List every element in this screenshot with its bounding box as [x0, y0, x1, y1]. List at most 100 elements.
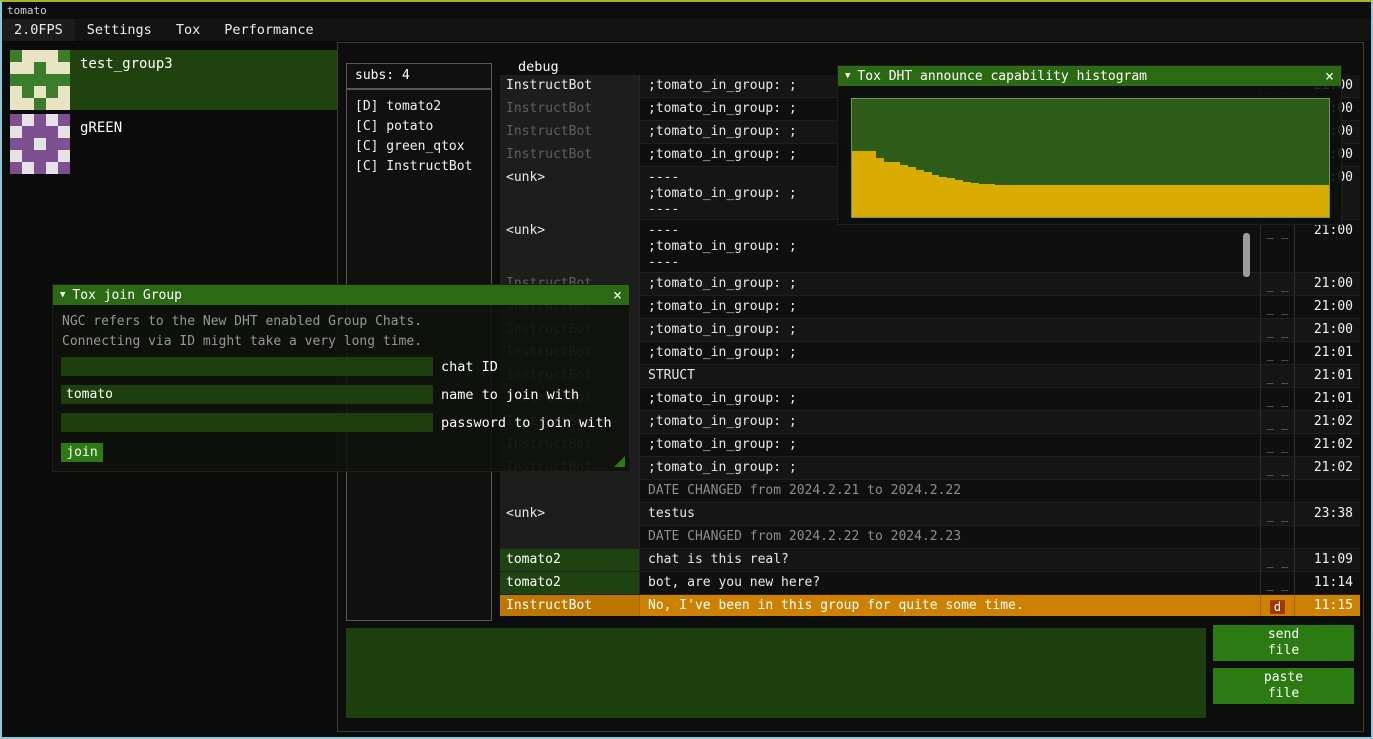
join-field-row: name to join with: [61, 385, 621, 404]
send-file-button[interactable]: send file: [1213, 625, 1354, 661]
histogram-bar: [924, 172, 932, 217]
join-button[interactable]: join: [61, 443, 103, 462]
message-text: bot, are you new here?: [640, 572, 1260, 594]
message-author: InstructBot: [500, 144, 640, 166]
message-text: ;tomato_in_group: ;: [640, 342, 1260, 364]
member-item[interactable]: [C] InstructBot: [355, 157, 483, 177]
message-text: ;tomato_in_group: ;: [640, 388, 1260, 410]
histogram-bar: [955, 180, 963, 217]
histogram-bar: [979, 184, 987, 217]
histogram-bar: [916, 170, 924, 217]
histogram-bar: [1099, 185, 1107, 217]
histogram-bar: [1305, 185, 1313, 217]
message-text: ---- ;tomato_in_group: ; ----: [640, 220, 1260, 272]
message-time: 11:09: [1294, 549, 1360, 571]
join-dialog-fields: chat IDname to join withpassword to join…: [53, 354, 629, 432]
message-author: tomato2: [500, 549, 640, 571]
message-time: [1294, 480, 1360, 502]
group-item-gREEN[interactable]: gREEN: [10, 114, 337, 174]
join-dialog-titlebar[interactable]: ▼ Tox join Group ×: [53, 285, 629, 305]
message-flags: _ _: [1260, 549, 1294, 571]
histogram-bar: [892, 162, 900, 217]
message-time: 21:00: [1294, 296, 1360, 318]
histogram-bar: [1234, 185, 1242, 217]
send-file-label: send file: [1268, 627, 1299, 658]
histogram-bar: [1003, 185, 1011, 217]
histogram-bar: [1321, 185, 1329, 217]
message-flags: d: [1260, 595, 1294, 616]
message-time: [1294, 526, 1360, 548]
message-flags: _ _: [1260, 296, 1294, 318]
histogram-window-titlebar[interactable]: ▼ Tox DHT announce capability histogram …: [838, 66, 1341, 86]
histogram-bar: [1274, 185, 1282, 217]
histogram-bar: [1258, 185, 1266, 217]
app-window: tomato 2.0FPSSettingsToxPerformance test…: [0, 0, 1373, 739]
histogram-bar: [876, 158, 884, 217]
window-titlebar[interactable]: tomato: [2, 2, 1371, 19]
message-time: 21:01: [1294, 388, 1360, 410]
histogram-bar: [1170, 185, 1178, 217]
collapse-arrow-icon[interactable]: ▼: [60, 290, 65, 300]
histogram-bar: [1138, 185, 1146, 217]
close-icon[interactable]: ×: [613, 288, 622, 302]
message-flags: _ _: [1260, 342, 1294, 364]
join-password-input[interactable]: [61, 413, 433, 432]
histogram-bar: [1202, 185, 1210, 217]
histogram-bar: [971, 183, 979, 217]
message-author: <unk>: [500, 503, 640, 525]
message-flags: _ _: [1260, 365, 1294, 387]
join-dialog-title: Tox join Group: [72, 288, 182, 303]
chat-tab-debug[interactable]: debug: [518, 59, 559, 75]
scrollbar-thumb[interactable]: [1243, 233, 1250, 277]
member-item[interactable]: [D] tomato2: [355, 97, 483, 117]
join-password-label: password to join with: [441, 415, 612, 431]
histogram-bar: [1130, 185, 1138, 217]
histogram-bar: [884, 162, 892, 217]
histogram-bar: [1091, 185, 1099, 217]
menu-item-tox[interactable]: Tox: [164, 19, 212, 41]
histogram-bar: [1226, 185, 1234, 217]
histogram-bar: [1114, 185, 1122, 217]
histogram-bar: [1122, 185, 1130, 217]
histogram-bar: [1266, 185, 1274, 217]
histogram-bar: [947, 178, 955, 217]
menu-item-performance[interactable]: Performance: [212, 19, 325, 41]
menu-item-settings[interactable]: Settings: [75, 19, 164, 41]
paste-file-button[interactable]: paste file: [1213, 668, 1354, 704]
join-dialog-description: NGC refers to the New DHT enabled Group …: [53, 305, 629, 354]
message-text: DATE CHANGED from 2024.2.21 to 2024.2.22: [640, 480, 1260, 502]
message-author: [500, 480, 640, 502]
message-flags: _ _: [1260, 319, 1294, 341]
histogram-bar: [1178, 185, 1186, 217]
group-name: test_group3: [80, 56, 173, 110]
resize-grip[interactable]: [614, 456, 625, 467]
chat-id-input[interactable]: [61, 357, 433, 376]
fps-counter: 2.0FPS: [2, 19, 75, 41]
message-input[interactable]: [346, 628, 1206, 718]
window-title: tomato: [7, 4, 47, 17]
histogram-window-title: Tox DHT announce capability histogram: [857, 69, 1147, 84]
message-author: InstructBot: [500, 595, 640, 616]
histogram-bar: [1027, 185, 1035, 217]
histogram-window: ▼ Tox DHT announce capability histogram …: [837, 65, 1342, 225]
message-author: [500, 526, 640, 548]
member-item[interactable]: [C] green_qtox: [355, 137, 483, 157]
member-item[interactable]: [C] potato: [355, 117, 483, 137]
histogram-bar: [1313, 185, 1321, 217]
join-name-input[interactable]: [61, 385, 433, 404]
chat-message-row: InstructBotNo, I've been in this group f…: [500, 595, 1360, 616]
histogram-bar: [1059, 185, 1067, 217]
histogram-plot: [851, 98, 1330, 218]
histogram-bar: [852, 151, 860, 217]
join-group-dialog: ▼ Tox join Group × NGC refers to the New…: [52, 284, 630, 472]
collapse-arrow-icon[interactable]: ▼: [845, 71, 850, 81]
message-flags: _ _: [1260, 457, 1294, 479]
close-icon[interactable]: ×: [1325, 69, 1334, 83]
message-author: <unk>: [500, 220, 640, 272]
join-field-row: password to join with: [61, 413, 621, 432]
message-time: 21:00: [1294, 319, 1360, 341]
message-flags: _ _: [1260, 503, 1294, 525]
message-author: InstructBot: [500, 121, 640, 143]
group-item-test_group3[interactable]: test_group3: [10, 50, 337, 110]
histogram-bar: [1242, 185, 1250, 217]
